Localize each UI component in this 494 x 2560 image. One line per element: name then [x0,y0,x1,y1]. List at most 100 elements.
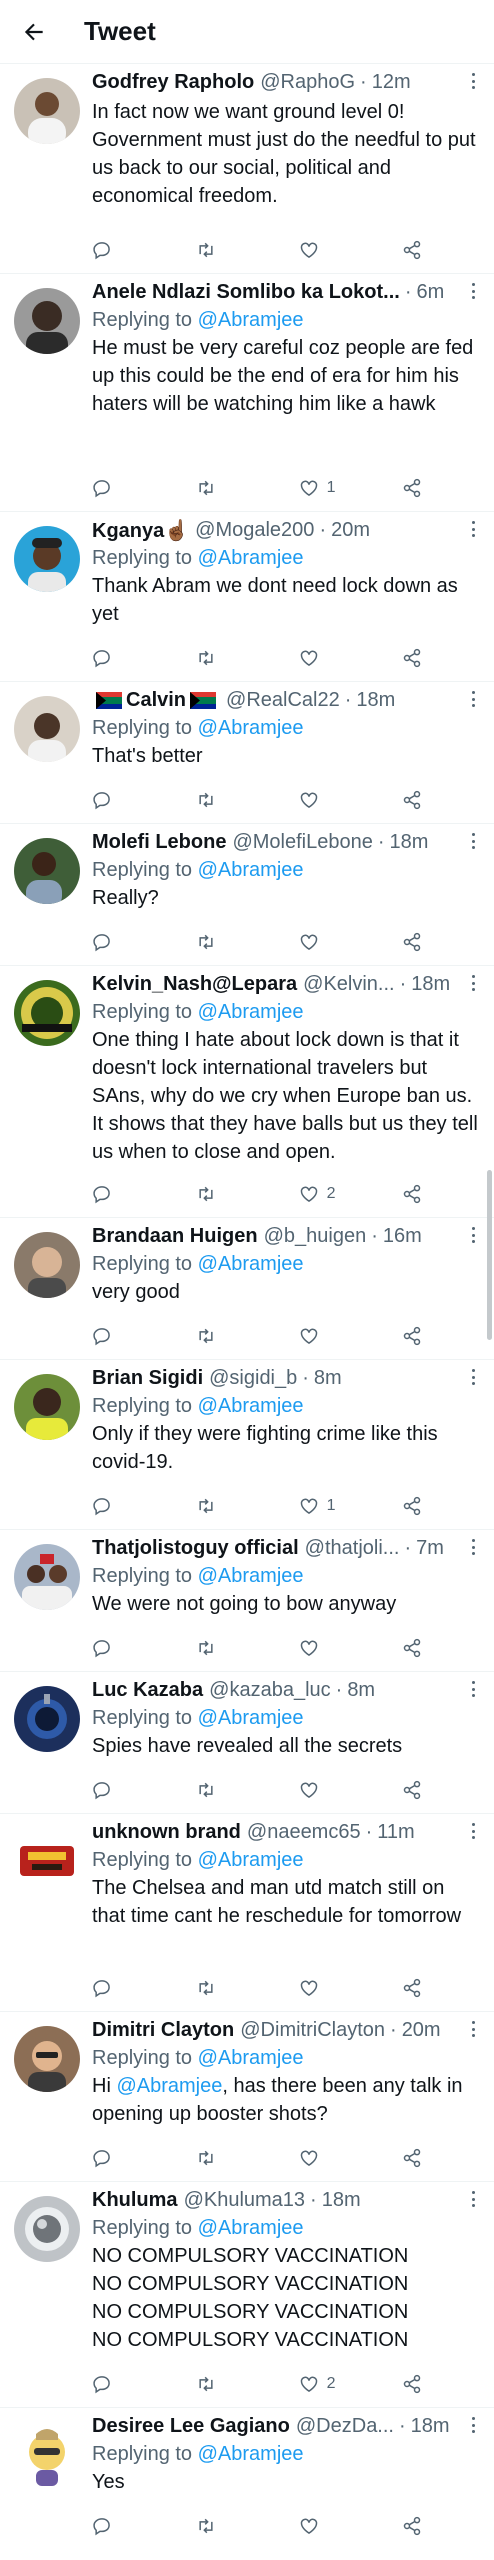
retweet-button[interactable] [195,2148,235,2168]
reply-button[interactable] [92,790,132,810]
author-name[interactable]: Brian Sigidi [92,1367,203,1390]
retweet-button[interactable] [195,1638,235,1658]
timestamp[interactable]: 8m [314,1367,342,1390]
mention-link[interactable]: @Abramjee [116,2075,222,2097]
replying-to-link[interactable]: @Abramjee [198,859,304,881]
tweet[interactable]: Godfrey Rapholo @RaphoG · 12m In fact now w… [0,64,494,274]
share-button[interactable] [402,1780,442,1800]
share-button[interactable] [402,2516,442,2536]
more-options-icon[interactable] [466,518,480,540]
avatar[interactable] [14,526,80,592]
author-handle[interactable]: @kazaba_luc [209,1679,330,1702]
replying-to-link[interactable]: @Abramjee [198,1395,304,1417]
timestamp[interactable]: 18m [390,831,429,854]
author-name[interactable]: Kelvin_Nash@Lepara [92,973,297,996]
avatar[interactable] [14,288,80,354]
avatar[interactable] [14,2026,80,2092]
timestamp[interactable]: 18m [411,2415,450,2438]
timestamp[interactable]: 18m [411,973,450,996]
share-button[interactable] [402,932,442,952]
like-button[interactable]: 2 [299,2374,339,2394]
author-handle[interactable]: @sigidi_b [209,1367,297,1390]
more-options-icon[interactable] [466,1820,480,1842]
replying-to-link[interactable]: @Abramjee [198,1565,304,1587]
author-name[interactable]: Dimitri Clayton [92,2019,234,2042]
like-button[interactable] [299,1638,339,1658]
reply-button[interactable] [92,1638,132,1658]
like-button[interactable]: 1 [299,478,339,498]
tweet[interactable]: Brian Sigidi @sigidi_b · 8m Replying to @Ab… [0,1360,494,1530]
retweet-button[interactable] [195,478,235,498]
more-options-icon[interactable] [466,2414,480,2436]
author-name[interactable]: Khuluma [92,2189,178,2212]
timestamp[interactable]: 11m [377,1821,414,1844]
timestamp[interactable]: 7m [416,1537,444,1560]
share-button[interactable] [402,2374,442,2394]
retweet-button[interactable] [195,1780,235,1800]
avatar[interactable] [14,696,80,762]
avatar[interactable] [14,1544,80,1610]
author-handle[interactable]: @MolefiLebone [232,831,372,854]
more-options-icon[interactable] [466,1678,480,1700]
like-button[interactable]: 2 [299,1184,339,1204]
share-button[interactable] [402,648,442,668]
tweet[interactable]: Desiree Lee Gagiano @DezDa... · 18m Replyin… [0,2408,494,2555]
tweet[interactable]: Calvin @RealCal22 · 18m Replying to @Abram… [0,682,494,824]
author-name[interactable]: Luc Kazaba [92,1679,203,1702]
tweet[interactable]: unknown brand @naeemc65 · 11m Replying to @… [0,1814,494,2012]
timestamp[interactable]: 6m [417,281,445,304]
back-button[interactable] [14,12,54,52]
reply-button[interactable] [92,2374,132,2394]
replying-to-link[interactable]: @Abramjee [198,2217,304,2239]
share-button[interactable] [402,1184,442,1204]
author-name[interactable]: Brandaan Huigen [92,1225,258,1248]
reply-button[interactable] [92,1326,132,1346]
avatar[interactable] [14,980,80,1046]
avatar[interactable] [14,838,80,904]
replying-to-link[interactable]: @Abramjee [198,309,304,331]
reply-button[interactable] [92,240,132,260]
author-name[interactable]: unknown brand [92,1821,241,1844]
retweet-button[interactable] [195,790,235,810]
tweet[interactable]: Molefi Lebone @MolefiLebone · 18m Replying … [0,824,494,966]
like-button[interactable] [299,240,339,260]
author-handle[interactable]: @naeemc65 [247,1821,361,1844]
share-button[interactable] [402,1326,442,1346]
retweet-button[interactable] [195,2374,235,2394]
replying-to-link[interactable]: @Abramjee [198,1253,304,1275]
timestamp[interactable]: 8m [347,1679,375,1702]
retweet-button[interactable] [195,1326,235,1346]
tweet[interactable]: Luc Kazaba @kazaba_luc · 8m Replying to @Ab… [0,1672,494,1814]
tweet[interactable]: Kganya☝🏾 @Mogale200 · 20m Replying to @Abra… [0,512,494,682]
author-handle[interactable]: @thatjoli... [305,1537,400,1560]
author-name[interactable]: Molefi Lebone [92,831,226,854]
reply-button[interactable] [92,1184,132,1204]
tweet[interactable]: Anele Ndlazi Somlibo ka Lokot... · 6m Repl… [0,274,494,512]
more-options-icon[interactable] [466,280,480,302]
timestamp[interactable]: 12m [372,71,411,94]
replying-to-link[interactable]: @Abramjee [198,717,304,739]
author-name[interactable]: Thatjolistoguy official [92,1537,299,1560]
replying-to-link[interactable]: @Abramjee [198,1707,304,1729]
retweet-button[interactable] [195,1496,235,1516]
reply-button[interactable] [92,1780,132,1800]
retweet-button[interactable] [195,1184,235,1204]
author-handle[interactable]: @Khuluma13 [184,2189,305,2212]
author-name[interactable]: Anele Ndlazi Somlibo ka Lokot... [92,281,400,304]
author-handle[interactable]: @DimitriClayton [240,2019,385,2042]
reply-button[interactable] [92,648,132,668]
more-options-icon[interactable] [466,2188,480,2210]
share-button[interactable] [402,1638,442,1658]
avatar[interactable] [14,2196,80,2262]
tweet[interactable]: Brandaan Huigen @b_huigen · 16m Replying to… [0,1218,494,1360]
timestamp[interactable]: 16m [383,1225,422,1248]
share-button[interactable] [402,240,442,260]
author-handle[interactable]: @RaphoG [260,71,355,94]
retweet-button[interactable] [195,1978,235,1998]
more-options-icon[interactable] [466,688,480,710]
tweet[interactable]: Khuluma @Khuluma13 · 18m Replying to @Abram… [0,2182,494,2408]
avatar[interactable] [14,2422,80,2488]
avatar[interactable] [14,1232,80,1298]
replying-to-link[interactable]: @Abramjee [198,547,304,569]
like-button[interactable] [299,648,339,668]
